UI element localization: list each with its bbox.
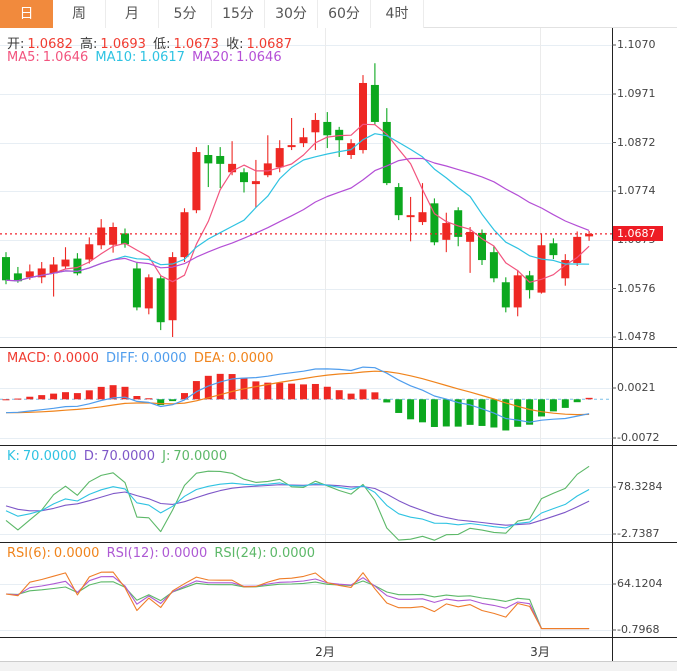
rsi6-label: RSI(6): <box>7 546 51 561</box>
candle <box>311 113 319 150</box>
candle <box>514 270 522 316</box>
ma5-label: MA5: <box>7 50 40 65</box>
diff-label: DIFF: <box>106 351 138 366</box>
rsi24-label: RSI(24): <box>214 546 266 561</box>
month-label: 3月 <box>530 643 550 660</box>
candle <box>549 238 557 259</box>
candle <box>216 147 224 188</box>
candle <box>73 253 81 275</box>
k-value: 70.0000 <box>23 449 77 464</box>
axis-label: -0.7968 <box>617 623 659 636</box>
macd-label: MACD: <box>7 351 50 366</box>
candle <box>300 128 308 147</box>
candle <box>442 213 450 252</box>
axis-label: 0.0021 <box>617 381 656 394</box>
current-price-badge: 1.0687 <box>613 226 663 241</box>
ma10-value: 1.0617 <box>139 50 185 65</box>
rsi-header: RSI(6):0.0000 RSI(12):0.0000 RSI(24):0.0… <box>7 546 318 561</box>
month-label: 2月 <box>315 643 335 660</box>
bottom-scroll-strip[interactable] <box>0 661 677 671</box>
axis-label: -0.0072 <box>617 431 659 444</box>
candle <box>585 231 593 241</box>
macd-header: MACD:0.0000 DIFF:0.0000 DEA:0.0000 <box>7 351 277 366</box>
candle <box>490 246 498 282</box>
rsi6-value: 0.0000 <box>54 546 100 561</box>
ma20-label: MA20: <box>192 50 233 65</box>
candle <box>2 252 10 284</box>
candle <box>430 198 438 245</box>
candle <box>157 276 165 330</box>
candle <box>240 168 248 192</box>
ma5-value: 1.0646 <box>43 50 89 65</box>
axis-label: 1.0774 <box>617 184 656 197</box>
candle <box>323 112 331 148</box>
candle <box>478 229 486 265</box>
dea-label: DEA: <box>194 351 225 366</box>
chart-canvas[interactable] <box>0 0 677 671</box>
candle <box>288 118 296 150</box>
candle <box>252 160 260 208</box>
axis-label: 1.0478 <box>617 330 656 343</box>
candle <box>526 271 534 299</box>
candle <box>192 147 200 213</box>
rsi12-label: RSI(12): <box>107 546 159 561</box>
ma20-value: 1.0646 <box>236 50 282 65</box>
rsi24-value: 0.0000 <box>270 546 316 561</box>
macd-value: 0.0000 <box>53 351 99 366</box>
candle <box>502 277 510 312</box>
candle <box>62 247 70 269</box>
candle <box>169 252 177 337</box>
axis-label: 1.0872 <box>617 136 656 149</box>
candle <box>38 262 46 283</box>
kline-chart-app: 日周月5分15分30分60分4时 开:1.0682 高:1.0693 低:1.0… <box>0 0 677 671</box>
candle <box>538 233 546 293</box>
candle <box>573 231 581 266</box>
candle <box>204 145 212 187</box>
axis-label: 78.3284 <box>617 480 663 493</box>
candle <box>395 183 403 220</box>
axis-label: 64.1204 <box>617 577 663 590</box>
ma10-label: MA10: <box>95 50 136 65</box>
candle <box>50 257 58 296</box>
candle <box>561 254 569 286</box>
ma-row: MA5:1.0646 MA10:1.0617 MA20:1.0646 <box>7 50 285 65</box>
k-label: K: <box>7 449 20 464</box>
axis-label: 1.0576 <box>617 282 656 295</box>
d-value: 70.0000 <box>101 449 155 464</box>
axis-label: -2.7387 <box>617 527 659 540</box>
candle <box>133 263 141 311</box>
candle <box>145 274 153 314</box>
rsi12-value: 0.0000 <box>162 546 208 561</box>
candle <box>383 108 391 185</box>
diff-value: 0.0000 <box>141 351 187 366</box>
candle <box>371 63 379 125</box>
candle <box>407 197 415 241</box>
kdj-header: K:70.0000 D:70.0000 J:70.0000 <box>7 449 230 464</box>
axis-label: 1.1070 <box>617 38 656 51</box>
dea-value: 0.0000 <box>228 351 274 366</box>
candle <box>181 208 189 262</box>
d-label: D: <box>84 449 98 464</box>
j-label: J: <box>162 449 170 464</box>
axis-label: 1.0971 <box>617 87 656 100</box>
j-value: 70.0000 <box>173 449 227 464</box>
